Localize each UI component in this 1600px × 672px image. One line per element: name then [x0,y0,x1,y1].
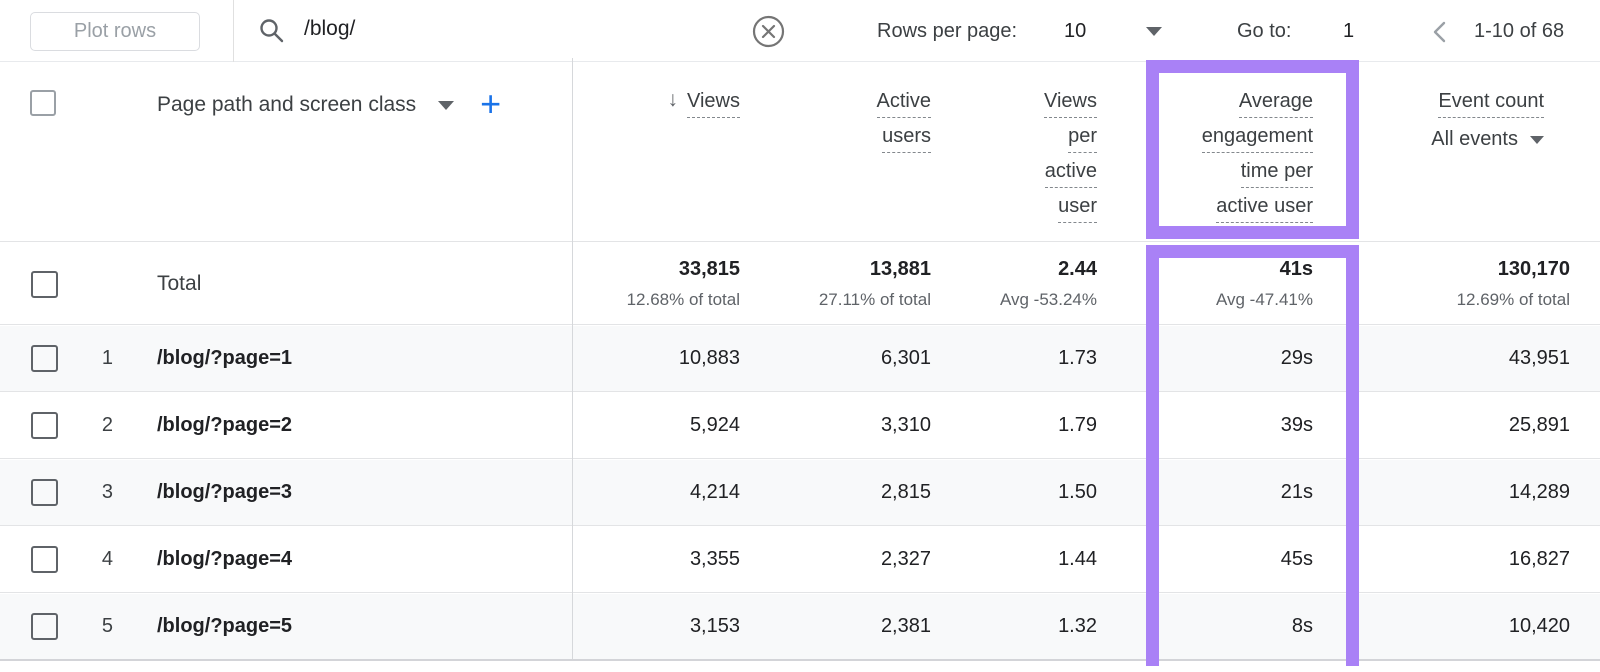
avg-engagement-time-value: 8s [1291,615,1313,637]
views-per-active-user-value: 1.73 [1058,347,1097,369]
views-value: 3,355 [689,548,740,570]
table-bottom-border [0,659,1600,661]
column-header-event-count[interactable]: Event count All events [1355,63,1600,241]
column-header-views[interactable]: ↓ Views [572,63,768,241]
clear-search-button[interactable] [752,15,785,48]
event-count-value: 25,891 [1508,414,1570,436]
dimension-header-cell: Page path and screen class + [0,63,572,241]
table-header-row: Page path and screen class + ↓ Views Act… [0,63,1600,242]
select-all-checkbox[interactable] [30,90,56,116]
views-value: 5,924 [689,414,740,436]
total-label: Total [157,271,202,295]
event-count-value: 16,827 [1508,548,1570,570]
row-checkbox[interactable] [31,546,58,573]
sort-descending-icon: ↓ [667,88,679,111]
avg-engagement-time-value: 45s [1280,548,1313,570]
row-number: 4 [101,548,113,570]
views-per-active-user-value: 1.32 [1058,615,1097,637]
page-path: /blog/?page=5 [157,615,293,637]
table-toolbar: Plot rows /blog/ Rows per page: 10 Go to… [0,0,1600,62]
dimension-column-divider [572,58,573,660]
row-number: 2 [101,414,113,436]
row-number: 5 [101,615,113,637]
avg-engagement-time-value: 21s [1280,481,1313,503]
active-users-value: 2,327 [880,548,931,570]
avg-engagement-time-value: 29s [1280,347,1313,369]
rows-per-page-value[interactable]: 10 [1064,20,1086,43]
active-users-value: 2,381 [880,615,931,637]
column-header-active-users[interactable]: Active users [768,63,961,241]
views-per-active-user-value: 1.79 [1058,414,1097,436]
total-views-per-active-user: 2.44 Avg -53.24% [999,257,1097,309]
row-number: 3 [101,481,113,503]
row-checkbox[interactable] [31,613,58,640]
views-value: 3,153 [689,615,740,637]
ga4-pages-report: Plot rows /blog/ Rows per page: 10 Go to… [0,0,1600,672]
event-count-value: 43,951 [1508,347,1570,369]
page-path: /blog/?page=3 [157,481,293,503]
goto-page-input[interactable]: 1 [1343,20,1354,43]
total-views: 33,815 12.68% of total [626,257,740,309]
row-number: 1 [101,347,113,369]
active-users-value: 3,310 [880,414,931,436]
caret-down-icon[interactable] [438,100,455,110]
page-path: /blog/?page=4 [157,548,293,570]
row-checkbox[interactable] [31,479,58,506]
dimension-header-label: Page path and screen class [157,93,417,116]
total-row-checkbox[interactable] [31,271,58,298]
column-header-avg-engagement-time[interactable]: Average engagement time per active user [1130,63,1355,241]
dimension-selector[interactable]: Page path and screen class + [157,86,501,122]
active-users-value: 6,301 [880,347,931,369]
caret-down-icon [1530,135,1544,144]
search-icon [258,17,285,44]
caret-down-icon[interactable] [1146,27,1162,36]
table-row: 1 /blog/?page=1 10,883 6,301 1.73 29s 43… [0,326,1600,392]
page-path: /blog/?page=2 [157,414,293,436]
event-filter-dropdown[interactable]: All events [1431,128,1544,151]
goto-label: Go to: [1237,20,1292,42]
avg-engagement-time-value: 39s [1280,414,1313,436]
views-per-active-user-value: 1.44 [1058,548,1097,570]
rows-per-page-label: Rows per page: [877,20,1018,42]
page-path: /blog/?page=1 [157,347,293,369]
views-value: 10,883 [678,347,740,369]
plot-rows-button[interactable]: Plot rows [30,12,200,51]
views-value: 4,214 [689,481,740,503]
add-dimension-button[interactable]: + [480,86,501,122]
total-row: Total 33,815 12.68% of total 13,881 27.1… [0,243,1600,325]
total-avg-engagement-time: 41s Avg -47.41% [1215,257,1313,309]
total-event-count: 130,170 12.69% of total [1456,257,1570,309]
table-row: 3 /blog/?page=3 4,214 2,815 1.50 21s 14,… [0,460,1600,526]
table-row: 5 /blog/?page=5 3,153 2,381 1.32 8s 10,4… [0,594,1600,660]
event-count-value: 14,289 [1508,481,1570,503]
row-checkbox[interactable] [31,412,58,439]
pagination-range: 1-10 of 68 [1474,20,1565,42]
table-row: 2 /blog/?page=2 5,924 3,310 1.79 39s 25,… [0,393,1600,459]
event-count-value: 10,420 [1508,615,1570,637]
search-input[interactable]: /blog/ [234,0,800,62]
previous-page-button[interactable] [1428,19,1454,45]
column-header-views-per-active-user[interactable]: Views per active user [961,63,1130,241]
search-value: /blog/ [304,17,356,40]
active-users-value: 2,815 [880,481,931,503]
views-per-active-user-value: 1.50 [1058,481,1097,503]
total-active-users: 13,881 27.11% of total [818,257,931,309]
table-row: 4 /blog/?page=4 3,355 2,327 1.44 45s 16,… [0,527,1600,593]
row-checkbox[interactable] [31,345,58,372]
